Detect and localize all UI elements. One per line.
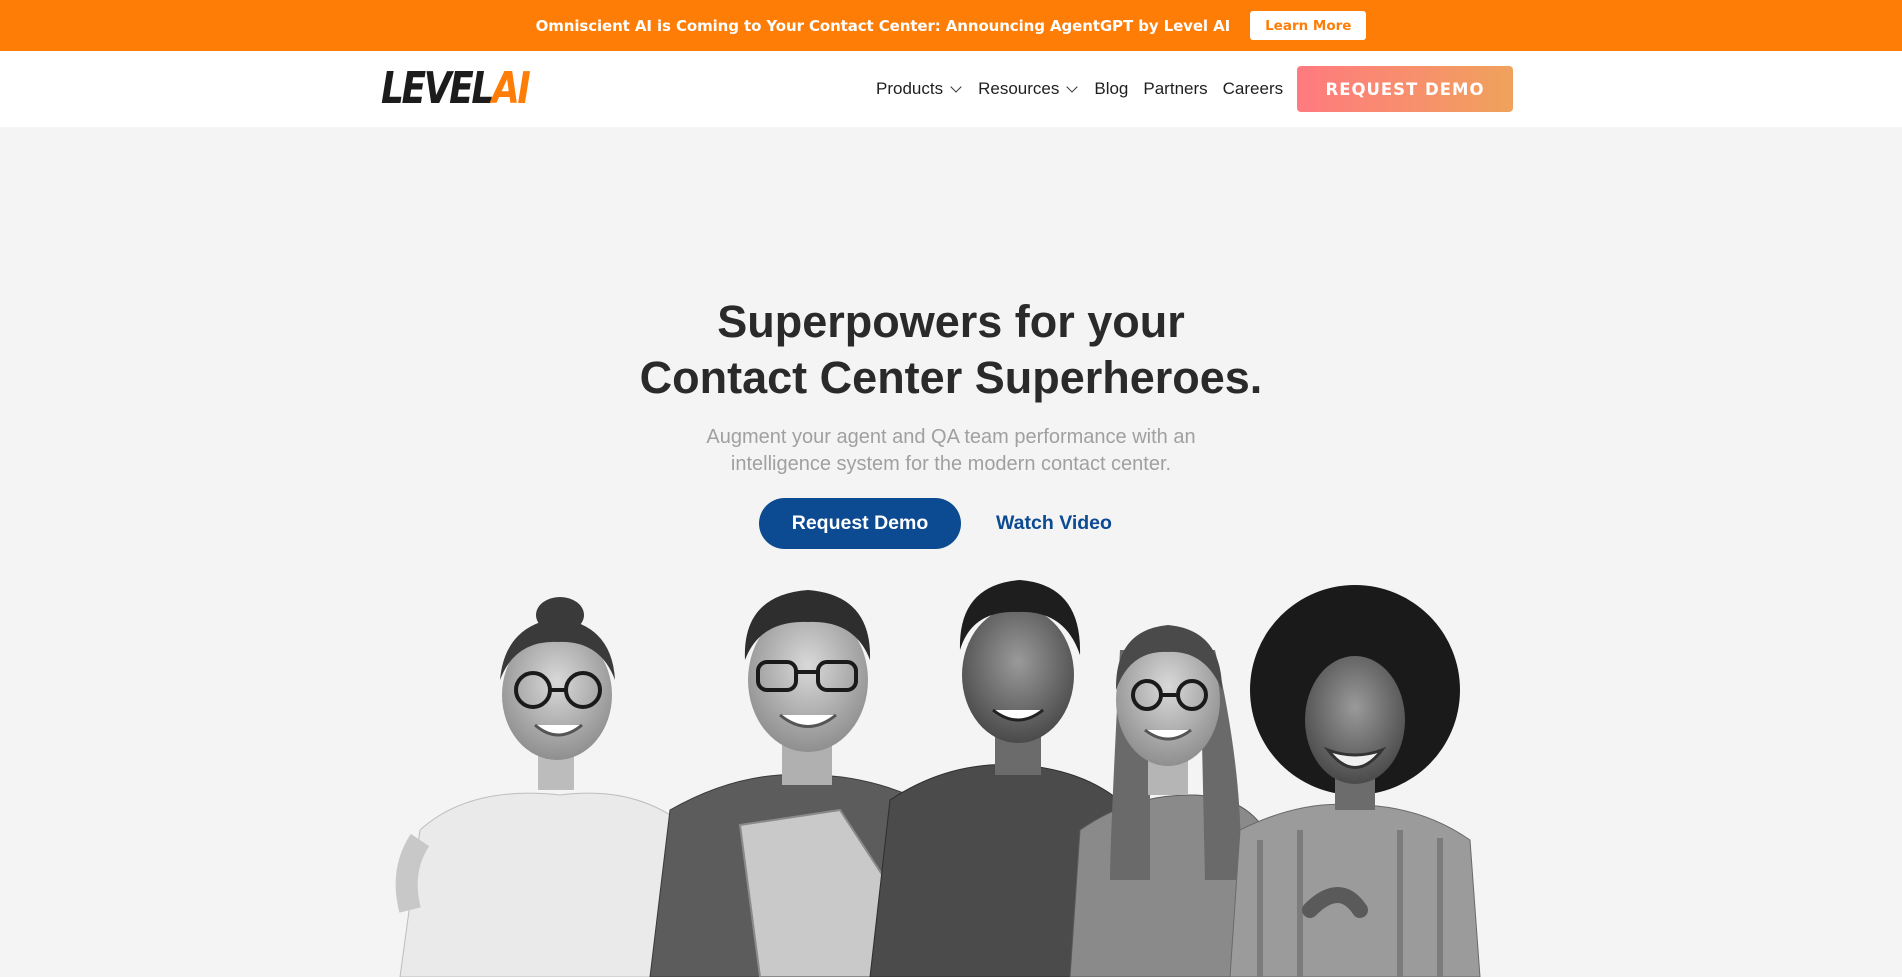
request-demo-nav-button[interactable]: REQUEST DEMO [1297, 66, 1513, 112]
nav-item-partners[interactable]: Partners [1143, 79, 1207, 99]
hero-title-line2: Contact Center Superheroes. [639, 352, 1263, 403]
learn-more-button[interactable]: Learn More [1250, 11, 1367, 40]
nav-item-blog[interactable]: Blog [1094, 79, 1128, 99]
person-1 [395, 597, 701, 977]
nav-item-label: Resources [978, 79, 1060, 98]
person-5 [1229, 585, 1481, 977]
nav-item-label: Partners [1143, 79, 1208, 98]
navbar: LEVELAI Products Resources Blog Partners… [0, 51, 1902, 127]
level-ai-logo[interactable]: LEVELAI [381, 67, 531, 111]
nav-item-label: Careers [1222, 79, 1284, 98]
announcement-bar: Omniscient AI is Coming to Your Contact … [0, 0, 1902, 51]
nav-item-label: Products [876, 79, 944, 98]
nav-item-label: Blog [1094, 79, 1129, 98]
hero-subtitle-line1: Augment your agent and QA team performan… [706, 426, 1196, 448]
logo-level-text: LEVEL [381, 63, 494, 114]
nav-item-products[interactable]: Products [876, 79, 962, 99]
nav-links: Products Resources Blog Partners Careers [876, 51, 1283, 127]
announcement-text: Omniscient AI is Coming to Your Contact … [535, 16, 1231, 35]
hero-title-line1: Superpowers for your [717, 296, 1185, 347]
nav-item-careers[interactable]: Careers [1223, 79, 1283, 99]
hero-subtitle-line2: intelligence system for the modern conta… [730, 453, 1172, 475]
logo-ai-text: AI [491, 63, 531, 114]
hero-title: Superpowers for your Contact Center Supe… [0, 294, 1902, 406]
nav-item-resources[interactable]: Resources [978, 79, 1079, 99]
watch-video-link[interactable]: Watch Video [996, 498, 1112, 549]
chevron-down-icon [1066, 80, 1079, 93]
hero-subtitle: Augment your agent and QA team performan… [0, 424, 1902, 478]
chevron-down-icon [950, 80, 962, 93]
team-photo [395, 580, 1481, 977]
request-demo-button[interactable]: Request Demo [759, 498, 961, 549]
